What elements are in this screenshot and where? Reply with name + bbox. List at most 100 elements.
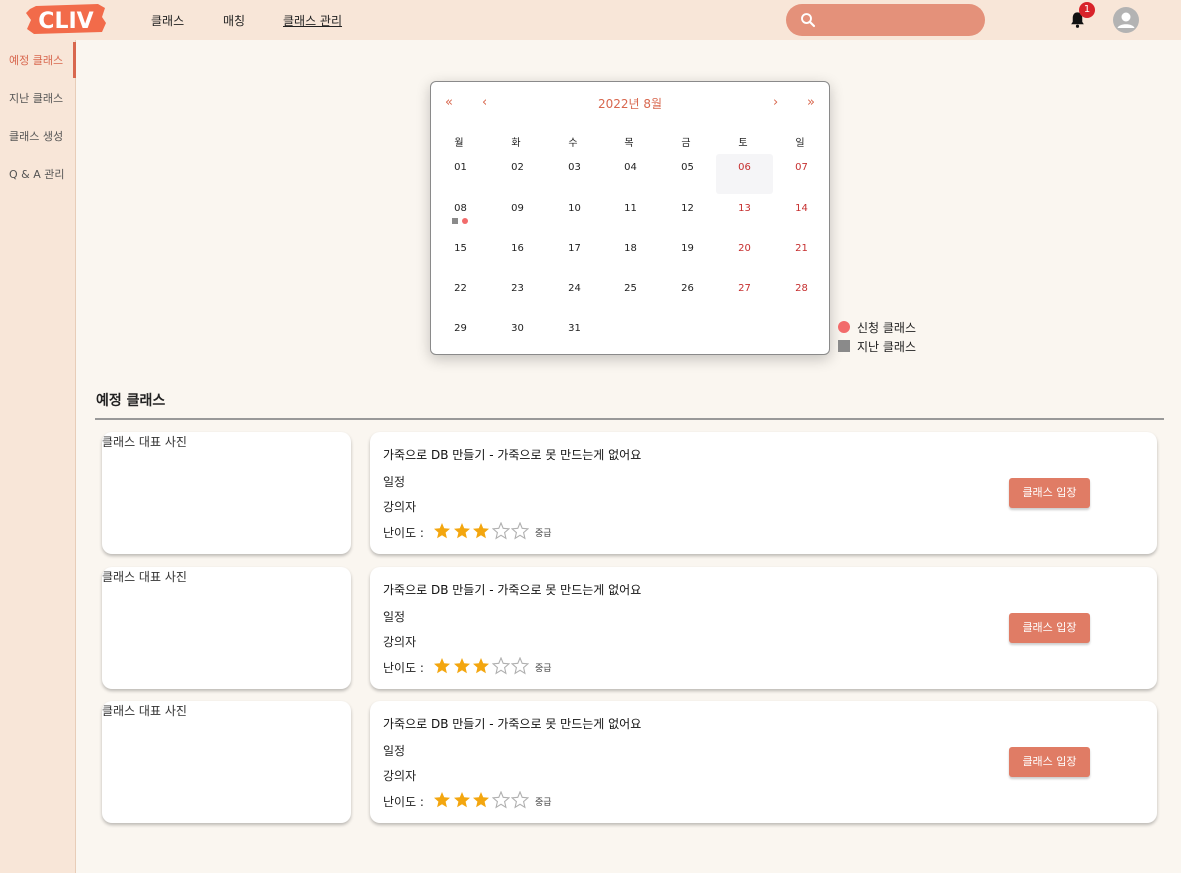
- calendar-day-cell[interactable]: 28: [773, 275, 830, 315]
- class-level-text: 중급: [535, 664, 552, 674]
- nav-matching[interactable]: 매칭: [223, 12, 245, 29]
- star-empty-icon: [511, 657, 529, 675]
- calendar-day-cell[interactable]: 20: [716, 235, 773, 275]
- calendar-day-number: 27: [738, 283, 751, 294]
- calendar-day-cell[interactable]: 22: [432, 275, 489, 315]
- class-schedule: 일정: [383, 610, 406, 624]
- enter-class-button[interactable]: 클래스 입장: [1009, 747, 1090, 777]
- calendar-day-number: 29: [454, 323, 467, 334]
- calendar-day-number: 02: [511, 162, 524, 173]
- sidebar-item-create[interactable]: 클래스 생성: [9, 128, 63, 144]
- calendar-day-number: 20: [738, 243, 751, 254]
- calendar-day-cell[interactable]: 11: [602, 195, 659, 235]
- weekday-label: 금: [681, 138, 691, 149]
- calendar-day-cell[interactable]: 02: [489, 154, 546, 194]
- calendar-day-cell[interactable]: 14: [773, 195, 830, 235]
- calendar-day-cell[interactable]: 24: [546, 275, 603, 315]
- calendar-day-number: 24: [568, 283, 581, 294]
- calendar-day-cell[interactable]: 07: [773, 154, 830, 194]
- sidebar-item-upcoming[interactable]: 예정 클래스: [9, 52, 63, 68]
- class-card: 가죽으로 DB 만들기 - 가죽으로 못 만드는게 없어요 일정 강의자 난이도…: [370, 701, 1157, 823]
- calendar-day-cell[interactable]: 17: [546, 235, 603, 275]
- calendar-day-cell[interactable]: 03: [546, 154, 603, 194]
- calendar-day-number: 08: [454, 203, 467, 214]
- star-filled-icon: [453, 658, 470, 674]
- class-photo: 클래스 대표 사진: [102, 432, 351, 554]
- calendar-day-number: 28: [795, 283, 808, 294]
- legend-label: 신청 클래스: [857, 321, 917, 335]
- calendar-day-cell[interactable]: 12: [659, 195, 716, 235]
- class-level-label: 난이도 :: [383, 526, 424, 540]
- calendar-day-cell[interactable]: 26: [659, 275, 716, 315]
- calendar-day-cell[interactable]: 29: [432, 315, 489, 355]
- calendar-next-button[interactable]: ›: [773, 95, 778, 110]
- class-row: 클래스 대표 사진 가죽으로 DB 만들기 - 가죽으로 못 만드는게 없어요 …: [0, 432, 1181, 554]
- class-level-label: 난이도 :: [383, 661, 424, 675]
- star-filled-icon: [473, 523, 489, 539]
- sidebar-item-past[interactable]: 지난 클래스: [9, 90, 63, 106]
- calendar-day-number: 15: [454, 243, 467, 254]
- calendar-day-cell[interactable]: 01: [432, 154, 489, 194]
- calendar-day-number: 26: [681, 283, 694, 294]
- calendar-day-number: 13: [738, 203, 751, 214]
- calendar-day-cell[interactable]: 30: [489, 315, 546, 355]
- calendar-day-cell[interactable]: 21: [773, 235, 830, 275]
- calendar-day-number: 01: [454, 162, 467, 173]
- calendar-day-cell[interactable]: 10: [546, 195, 603, 235]
- calendar-day-number: 18: [624, 243, 637, 254]
- enter-class-button[interactable]: 클래스 입장: [1009, 613, 1090, 643]
- calendar-title: 2022년 8월: [597, 97, 663, 111]
- weekday-label: 수: [568, 138, 578, 149]
- calendar-last-button[interactable]: »: [807, 95, 815, 110]
- calendar-day-cell[interactable]: 15: [432, 235, 489, 275]
- calendar: « ‹ 2022년 8월 › » 월 화 수 목 금 토 일 01 02 03 04 0…: [430, 81, 830, 355]
- calendar-day-cell[interactable]: 19: [659, 235, 716, 275]
- nav-class[interactable]: 클래스: [151, 12, 184, 29]
- class-title: 가죽으로 DB 만들기 - 가죽으로 못 만드는게 없어요: [383, 717, 642, 731]
- logo[interactable]: CLIV: [26, 3, 106, 35]
- weekday-label: 목: [624, 138, 634, 149]
- calendar-day-number: 21: [795, 243, 808, 254]
- sidebar-item-qa[interactable]: Q & A 관리: [9, 166, 65, 182]
- section-divider: [95, 418, 1164, 420]
- search-icon: [801, 13, 816, 28]
- weekday-label: 토: [738, 138, 748, 149]
- legend-swatch-square: [838, 340, 850, 352]
- user-icon: [1117, 12, 1135, 28]
- class-photo-label: 클래스 대표 사진: [102, 570, 187, 584]
- star-empty-icon: [511, 791, 529, 809]
- calendar-day-cell[interactable]: 16: [489, 235, 546, 275]
- calendar-day-cell[interactable]: 23: [489, 275, 546, 315]
- calendar-day-cell[interactable]: 09: [489, 195, 546, 235]
- star-filled-icon: [453, 792, 470, 808]
- star-empty-icon: [511, 522, 529, 540]
- class-level-text: 중급: [535, 529, 552, 539]
- calendar-day-cell[interactable]: 06: [716, 154, 773, 194]
- star-filled-icon: [434, 658, 450, 674]
- search-input[interactable]: [786, 4, 985, 36]
- weekday-label: 화: [511, 138, 521, 149]
- notification-badge: 1: [1079, 2, 1095, 18]
- weekday-label: 월: [454, 138, 464, 149]
- class-schedule: 일정: [383, 475, 406, 489]
- nav-class-manage[interactable]: 클래스 관리: [283, 12, 342, 29]
- calendar-day-cell[interactable]: 31: [546, 315, 603, 355]
- calendar-day-cell[interactable]: 25: [602, 275, 659, 315]
- calendar-day-cell[interactable]: 27: [716, 275, 773, 315]
- calendar-day-number: 12: [681, 203, 694, 214]
- calendar-day-cell[interactable]: 13: [716, 195, 773, 235]
- calendar-day-number: 23: [511, 283, 524, 294]
- enter-class-button[interactable]: 클래스 입장: [1009, 478, 1090, 508]
- star-empty-icon: [491, 522, 510, 540]
- calendar-day-cell[interactable]: 08: [432, 195, 489, 235]
- calendar-day-cell[interactable]: 18: [602, 235, 659, 275]
- calendar-day-cell[interactable]: 05: [659, 154, 716, 194]
- calendar-day-number: 22: [454, 283, 467, 294]
- class-row: 클래스 대표 사진 가죽으로 DB 만들기 - 가죽으로 못 만드는게 없어요 …: [0, 567, 1181, 689]
- legend-swatch-circle: [838, 321, 850, 333]
- legend-label: 지난 클래스: [857, 340, 917, 354]
- sidebar-active-indicator: [73, 42, 76, 78]
- applied-class-marker: [462, 218, 468, 224]
- avatar[interactable]: [1113, 7, 1139, 33]
- calendar-day-cell[interactable]: 04: [602, 154, 659, 194]
